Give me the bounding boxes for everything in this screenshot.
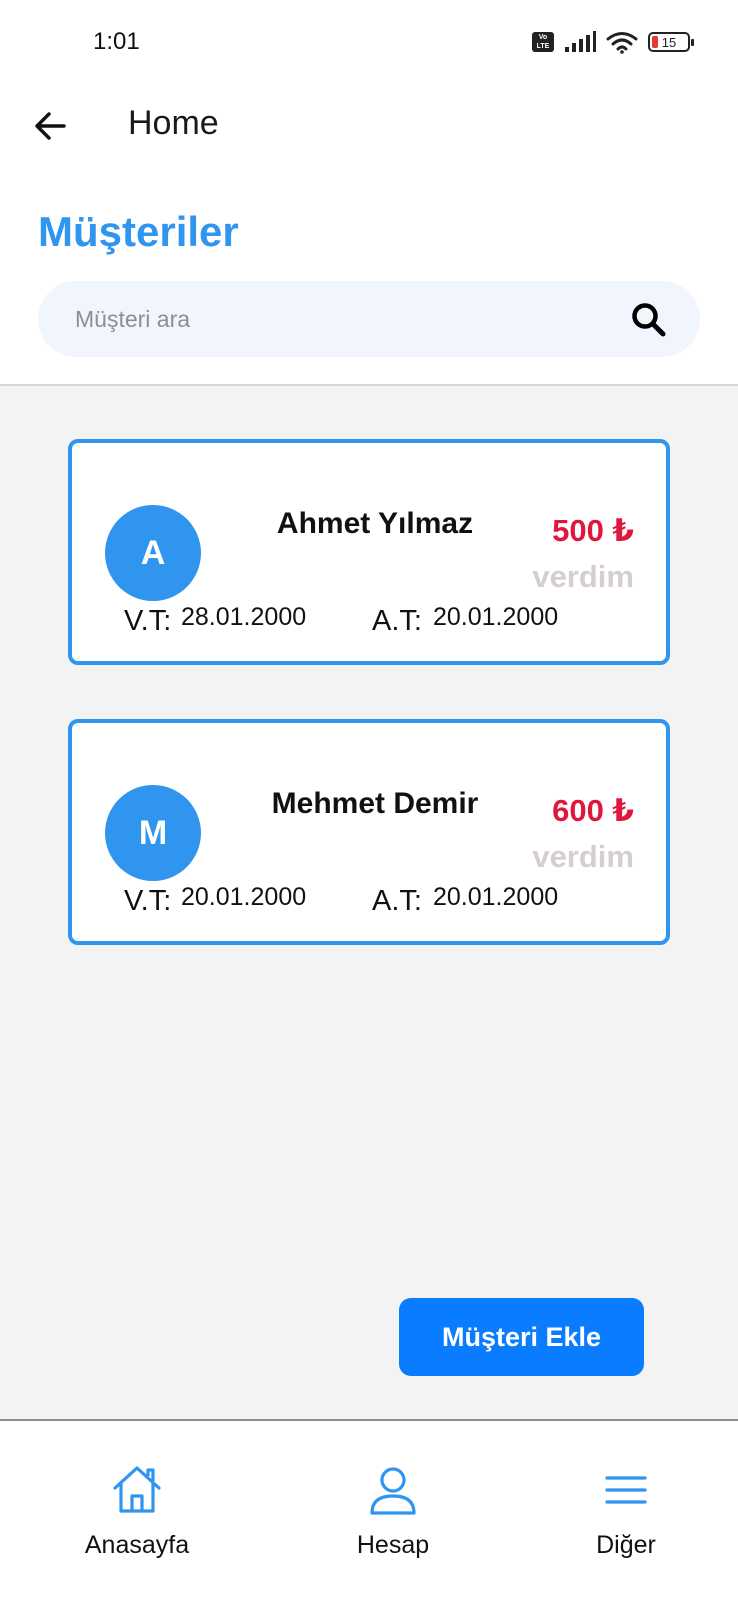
- nav-item-account[interactable]: Hesap: [308, 1463, 478, 1560]
- customer-list-area: A Ahmet Yılmaz 500 ₺ verdim V.T: 28.01.2…: [0, 386, 738, 1419]
- customer-name: Ahmet Yılmaz: [276, 507, 474, 540]
- customer-card[interactable]: A Ahmet Yılmaz 500 ₺ verdim V.T: 28.01.2…: [68, 439, 670, 665]
- arrow-left-icon: [35, 112, 66, 140]
- vt-label: V.T:: [124, 885, 172, 917]
- balance-status: verdim: [532, 559, 634, 594]
- bottom-nav: Anasayfa Hesap Diğer: [0, 1419, 738, 1600]
- customers-header: Müşteriler: [0, 174, 738, 386]
- balance-amount: 500 ₺: [552, 513, 634, 548]
- section-title: Müşteriler: [38, 208, 239, 255]
- avatar: A: [105, 505, 201, 601]
- search-icon[interactable]: [626, 297, 670, 341]
- back-button[interactable]: [28, 104, 72, 148]
- nav-label-home: Anasayfa: [84, 1531, 190, 1559]
- wifi-icon: [606, 32, 638, 54]
- battery-level: 15: [661, 34, 677, 50]
- add-customer-button[interactable]: Müşteri Ekle: [399, 1298, 644, 1376]
- avatar: M: [105, 785, 201, 881]
- customer-name: Mehmet Demir: [271, 787, 479, 820]
- page-title: Home: [128, 104, 219, 142]
- status-icons: Vo LTE 15: [532, 30, 694, 54]
- nav-item-home[interactable]: Anasayfa: [52, 1463, 222, 1560]
- vt-date: 20.01.2000: [181, 883, 307, 911]
- at-date: 20.01.2000: [433, 603, 559, 631]
- battery-icon: 15: [648, 32, 694, 52]
- menu-icon: [605, 1476, 647, 1504]
- signal-icon: [565, 31, 596, 52]
- vt-date: 28.01.2000: [181, 603, 307, 631]
- balance-status: verdim: [532, 839, 634, 874]
- at-date: 20.01.2000: [433, 883, 559, 911]
- nav-item-more[interactable]: Diğer: [541, 1463, 711, 1560]
- home-icon: [113, 1466, 161, 1513]
- user-icon: [370, 1467, 416, 1515]
- balance-amount: 600 ₺: [552, 793, 634, 828]
- at-label: A.T:: [372, 605, 422, 637]
- status-bar: 1:01 Vo LTE 15: [0, 0, 738, 86]
- search-input[interactable]: [38, 281, 626, 357]
- app-bar: Home: [0, 86, 738, 174]
- status-time: 1:01: [93, 28, 140, 55]
- search-bar: [38, 281, 700, 357]
- nav-label-account: Hesap: [356, 1531, 430, 1559]
- at-label: A.T:: [372, 885, 422, 917]
- volte-icon: Vo LTE: [532, 32, 554, 52]
- customer-card[interactable]: M Mehmet Demir 600 ₺ verdim V.T: 20.01.2…: [68, 719, 670, 945]
- vt-label: V.T:: [124, 605, 172, 637]
- nav-label-more: Diğer: [596, 1531, 656, 1559]
